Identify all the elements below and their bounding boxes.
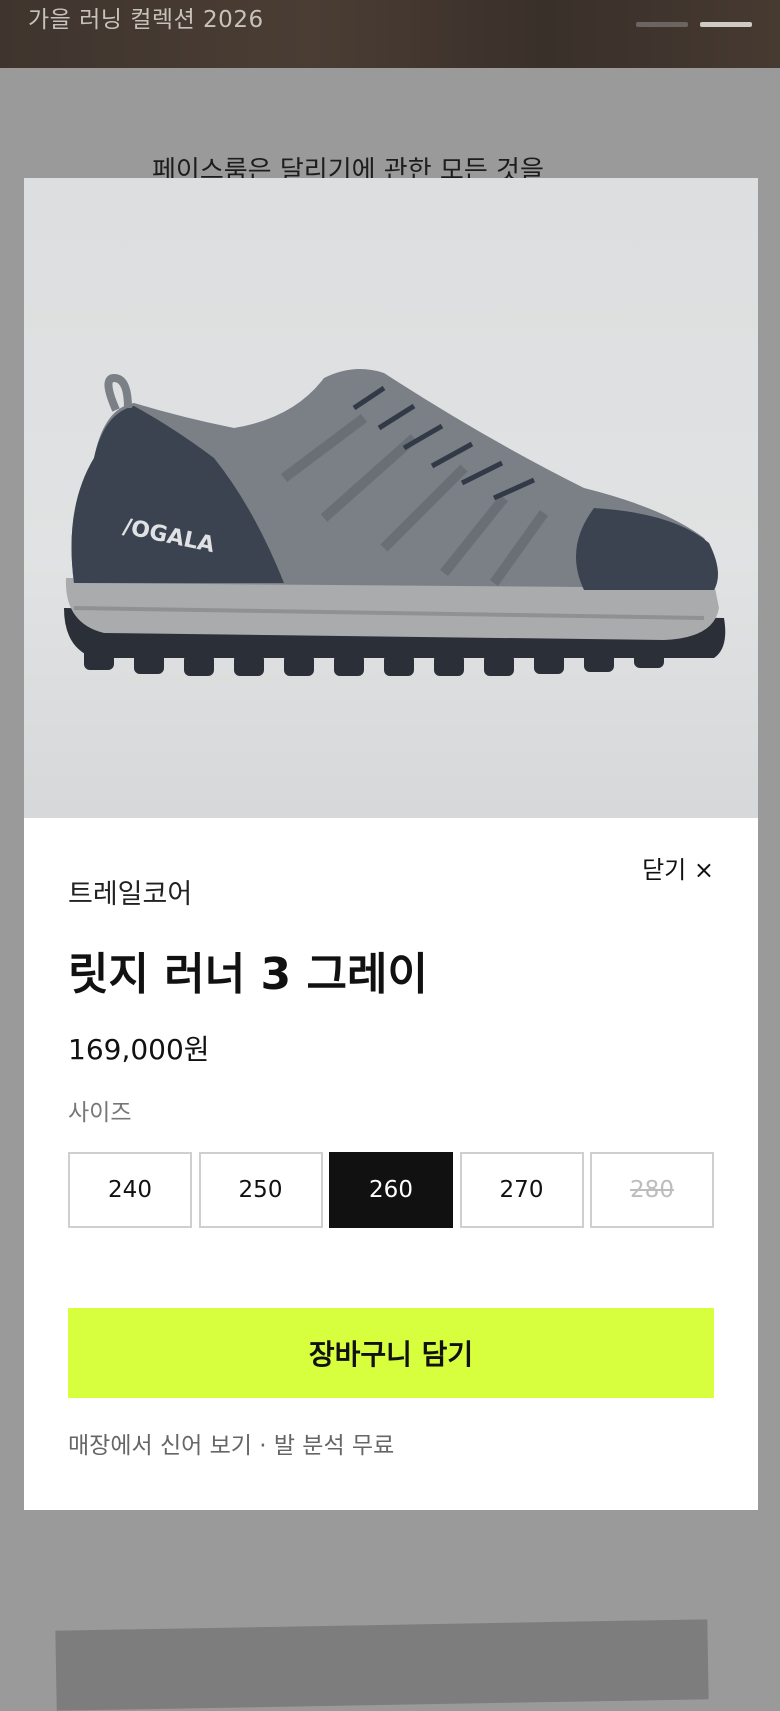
size-option-260-selected[interactable]: 260: [329, 1152, 453, 1228]
size-option-280-sold-out: 280: [590, 1152, 714, 1228]
size-selector: 240 250 260 270 280: [68, 1152, 714, 1228]
size-option-270[interactable]: 270: [459, 1152, 584, 1228]
carousel-dot-1[interactable]: [636, 22, 688, 27]
close-button[interactable]: 닫기 ×: [642, 850, 714, 885]
hero-banner: 가을 러닝 컬렉션 2026: [0, 0, 780, 68]
size-label: 사이즈: [68, 1100, 132, 1126]
product-price: 169,000원: [68, 1033, 210, 1066]
size-option-240[interactable]: 240: [68, 1152, 192, 1228]
carousel-dot-2-active[interactable]: [700, 22, 752, 27]
product-title: 릿지 러너 3 그레이: [68, 949, 428, 1000]
product-image: /OGALA: [24, 178, 758, 818]
size-option-250[interactable]: 250: [198, 1152, 323, 1228]
hero-title: 가을 러닝 컬렉션 2026: [28, 7, 264, 33]
brand-name: 트레일코어: [68, 879, 193, 910]
store-fitting-note: 매장에서 신어 보기 · 발 분석 무료: [68, 1433, 395, 1459]
product-quick-view-modal: /OGALA 닫기 × 트레일코어 릿지 러너 3 그레이 169,000원 사…: [24, 178, 758, 1510]
add-to-cart-button[interactable]: 장바구니 담기: [68, 1308, 714, 1398]
shoe-illustration: /OGALA: [64, 369, 726, 676]
background-card: [55, 1619, 709, 1711]
